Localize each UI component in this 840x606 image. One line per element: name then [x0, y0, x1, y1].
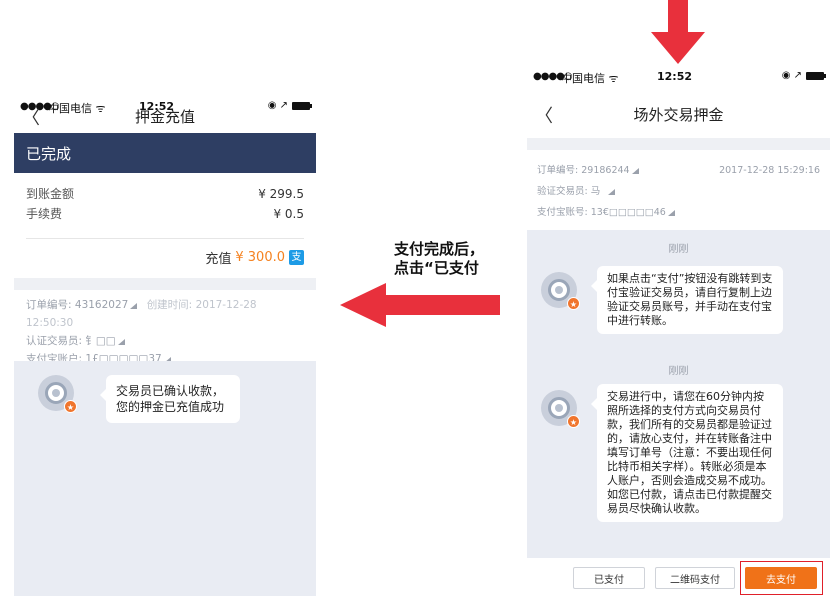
status-time: 12:52 [657, 70, 693, 83]
corner-mark-icon [667, 210, 675, 216]
status-icons: ◉ ↗ [781, 70, 826, 81]
trader-avatar: ★ [541, 390, 580, 428]
section-gap [14, 278, 316, 290]
recharge-amount: ¥ 300.0 [235, 250, 285, 265]
chat-area: 刚刚 ★ 如果点击“支付”按钮没有跳转到支付宝验证交易员，请自行复制上边验证交易… [527, 230, 830, 558]
trader-label: 认证交易员: [26, 335, 86, 347]
carrier-label: 中国电信 ᯤ [561, 72, 619, 85]
page-title: 场外交易押金 [633, 106, 724, 124]
recharge-total: 充值 ¥ 300.0 支 [205, 248, 304, 267]
order-number-row: 订单编号: 29186244 2017-12-28 15:29:16 [537, 160, 820, 181]
trader-label: 验证交易员: [537, 186, 591, 197]
nav-bar: 〈 场外交易押金 [527, 100, 830, 130]
amount-section: 到账金额 ¥ 299.5 手续费 ¥ 0.5 [14, 184, 316, 224]
status-bar: ●●●●○ 中国电信 ᯤ 12:52 ◉ ↗ [527, 66, 830, 88]
screenshot-stage: ●●●●○ 中国电信 ᯤ 12:52 ◉ ↗ 〈 押金充值 已完成 到账金额 ¥… [0, 0, 840, 606]
chat-area: ★ 交易员已确认收款，您的押金已充值成功 [14, 361, 316, 596]
page-title: 押金充值 [134, 108, 195, 126]
order-number: 29186244 [581, 165, 630, 176]
order-number-label: 订单编号: [26, 299, 75, 311]
badge-star-icon: ★ [567, 415, 580, 428]
recharge-label: 充值 [205, 252, 232, 267]
location-icon: ◉ ↗ [781, 70, 802, 81]
highlight-box [740, 561, 823, 595]
chat-bubble: 交易进行中，请您在60分钟内按照所选择的支付方式向交易员付款，我们所有的交易员都… [591, 384, 783, 522]
order-number: 43162027 [74, 299, 129, 311]
trader-name: 钅□□ [85, 335, 116, 347]
alipay-label: 支付宝账号: [537, 207, 591, 218]
trader-row: 认证交易员: 钅□□ [26, 332, 304, 350]
divider [26, 238, 304, 239]
annotation-line-2: 点击“已支付 [394, 259, 479, 277]
message-time: 刚刚 [668, 244, 689, 255]
order-status-header: 已完成 [14, 133, 316, 173]
trader-avatar: ★ [541, 272, 580, 310]
annotation-text: 支付完成后， 点击“已支付 [394, 240, 484, 278]
nav-bar: 〈 押金充值 [14, 102, 316, 132]
annotation-line-1: 支付完成后， [394, 240, 485, 258]
recharge-result-phone: ●●●●○ 中国电信 ᯤ 12:52 ◉ ↗ 〈 押金充值 已完成 到账金额 ¥… [14, 96, 316, 596]
section-gap [527, 138, 830, 150]
qr-pay-button[interactable]: 二维码支付 [655, 567, 735, 589]
headset-icon [45, 382, 67, 404]
corner-mark-icon [117, 339, 125, 345]
order-info: 订单编号: 29186244 2017-12-28 15:29:16 验证交易员… [527, 160, 830, 223]
fee-label: 手续费 [26, 207, 63, 221]
corner-mark-icon [608, 189, 616, 195]
order-number-row: 订单编号: 43162027 创建时间: 2017-12-28 12:50:30 [26, 296, 304, 332]
amount-value: ¥ 299.5 [258, 187, 304, 201]
trader-row: 验证交易员: 马 [537, 181, 820, 202]
alipay-row: 支付宝账号: 13€□□□□□46 [537, 202, 820, 223]
amount-label: 到账金额 [26, 187, 75, 201]
order-info: 订单编号: 43162027 创建时间: 2017-12-28 12:50:30… [14, 296, 316, 368]
amount-row-received: 到账金额 ¥ 299.5 [26, 184, 304, 204]
down-arrow-icon [651, 0, 705, 64]
badge-star-icon: ★ [64, 400, 77, 413]
order-number-label: 订单编号: [537, 165, 582, 176]
chat-bubble: 交易员已确认收款，您的押金已充值成功 [100, 375, 240, 423]
trader-avatar: ★ [38, 375, 77, 413]
battery-icon [806, 71, 826, 80]
order-date: 2017-12-28 15:29:16 [719, 165, 820, 176]
corner-mark-icon [130, 303, 138, 309]
created-time-label: 创建时间: [146, 299, 196, 311]
paid-button[interactable]: 已支付 [573, 567, 645, 589]
corner-mark-icon [631, 168, 639, 174]
fee-value: ¥ 0.5 [273, 207, 304, 221]
alipay-account: 13€□□□□□46 [590, 207, 666, 218]
trader-name: 马 [590, 186, 601, 197]
action-bar: 已支付 二维码支付 去支付 [527, 558, 830, 602]
message-time: 刚刚 [668, 366, 689, 377]
left-arrow-icon [340, 283, 500, 327]
amount-row-fee: 手续费 ¥ 0.5 [26, 204, 304, 224]
chat-bubble: 如果点击“支付”按钮没有跳转到支付宝验证交易员，请自行复制上边验证交易员账号，并… [591, 266, 783, 334]
alipay-icon: 支 [289, 250, 304, 265]
badge-star-icon: ★ [567, 297, 580, 310]
headset-icon [548, 397, 570, 419]
headset-icon [548, 279, 570, 301]
otc-deposit-phone: ●●●●○ 中国电信 ᯤ 12:52 ◉ ↗ 〈 场外交易押金 订单编号: 29… [527, 66, 830, 602]
